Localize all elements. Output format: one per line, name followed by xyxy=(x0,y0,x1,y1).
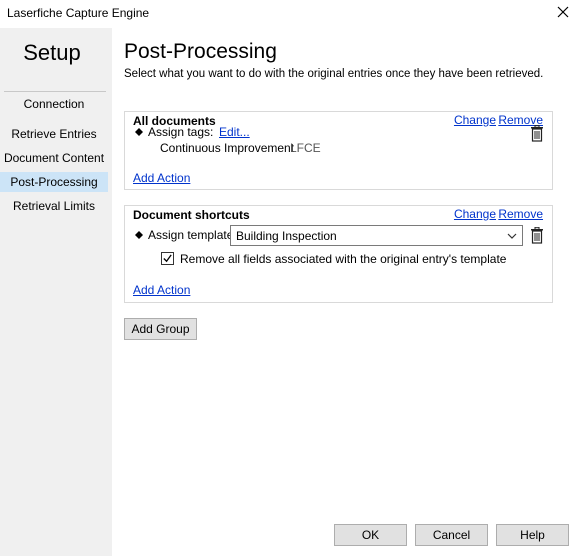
ok-button[interactable]: OK xyxy=(334,524,407,546)
remove-link[interactable]: Remove xyxy=(498,207,543,221)
group-document-shortcuts: Document shortcuts Change Remove Assign … xyxy=(124,205,553,303)
chevron-down-icon xyxy=(507,233,517,239)
tag-name: Continuous Improvement xyxy=(160,141,295,155)
page-title: Post-Processing xyxy=(124,40,277,63)
sidebar-header: Setup xyxy=(23,40,81,65)
trash-icon[interactable] xyxy=(530,125,544,142)
close-icon[interactable] xyxy=(555,4,571,20)
sidebar-item-document-content[interactable]: Document Content xyxy=(0,148,108,168)
change-link[interactable]: Change xyxy=(454,113,496,127)
sidebar-divider xyxy=(4,91,106,92)
sidebar: Setup Connection Retrieve Entries Docume… xyxy=(0,28,112,556)
diamond-bullet-icon xyxy=(135,128,143,136)
add-action-link[interactable]: Add Action xyxy=(133,171,190,185)
trash-icon[interactable] xyxy=(530,227,544,244)
page-subtitle: Select what you want to do with the orig… xyxy=(124,68,544,80)
title-bar: Laserfiche Capture Engine xyxy=(0,0,581,28)
sidebar-item-post-processing[interactable]: Post-Processing xyxy=(0,172,108,192)
assign-template-label: Assign template: xyxy=(148,228,237,242)
sidebar-item-retrieve-entries[interactable]: Retrieve Entries xyxy=(0,124,108,144)
assign-tags-label: Assign tags: xyxy=(148,125,214,139)
template-select[interactable]: Building Inspection xyxy=(230,225,523,246)
template-select-value: Building Inspection xyxy=(236,229,337,243)
remove-fields-label: Remove all fields associated with the or… xyxy=(180,252,507,266)
change-link[interactable]: Change xyxy=(454,207,496,221)
add-action-link[interactable]: Add Action xyxy=(133,283,190,297)
tag-code: LFCE xyxy=(290,141,321,155)
edit-tags-link[interactable]: Edit... xyxy=(219,125,250,139)
remove-fields-checkbox[interactable] xyxy=(161,252,174,265)
window-title: Laserfiche Capture Engine xyxy=(7,6,150,20)
diamond-bullet-icon xyxy=(135,231,143,239)
add-group-button[interactable]: Add Group xyxy=(124,318,197,340)
sidebar-item-retrieval-limits[interactable]: Retrieval Limits xyxy=(0,196,108,216)
group-title: Document shortcuts xyxy=(133,208,250,222)
help-button[interactable]: Help xyxy=(496,524,569,546)
cancel-button[interactable]: Cancel xyxy=(415,524,488,546)
sidebar-item-connection[interactable]: Connection xyxy=(0,94,108,114)
group-all-documents: All documents Change Remove Assign tags:… xyxy=(124,111,553,190)
checkmark-icon xyxy=(163,254,172,263)
